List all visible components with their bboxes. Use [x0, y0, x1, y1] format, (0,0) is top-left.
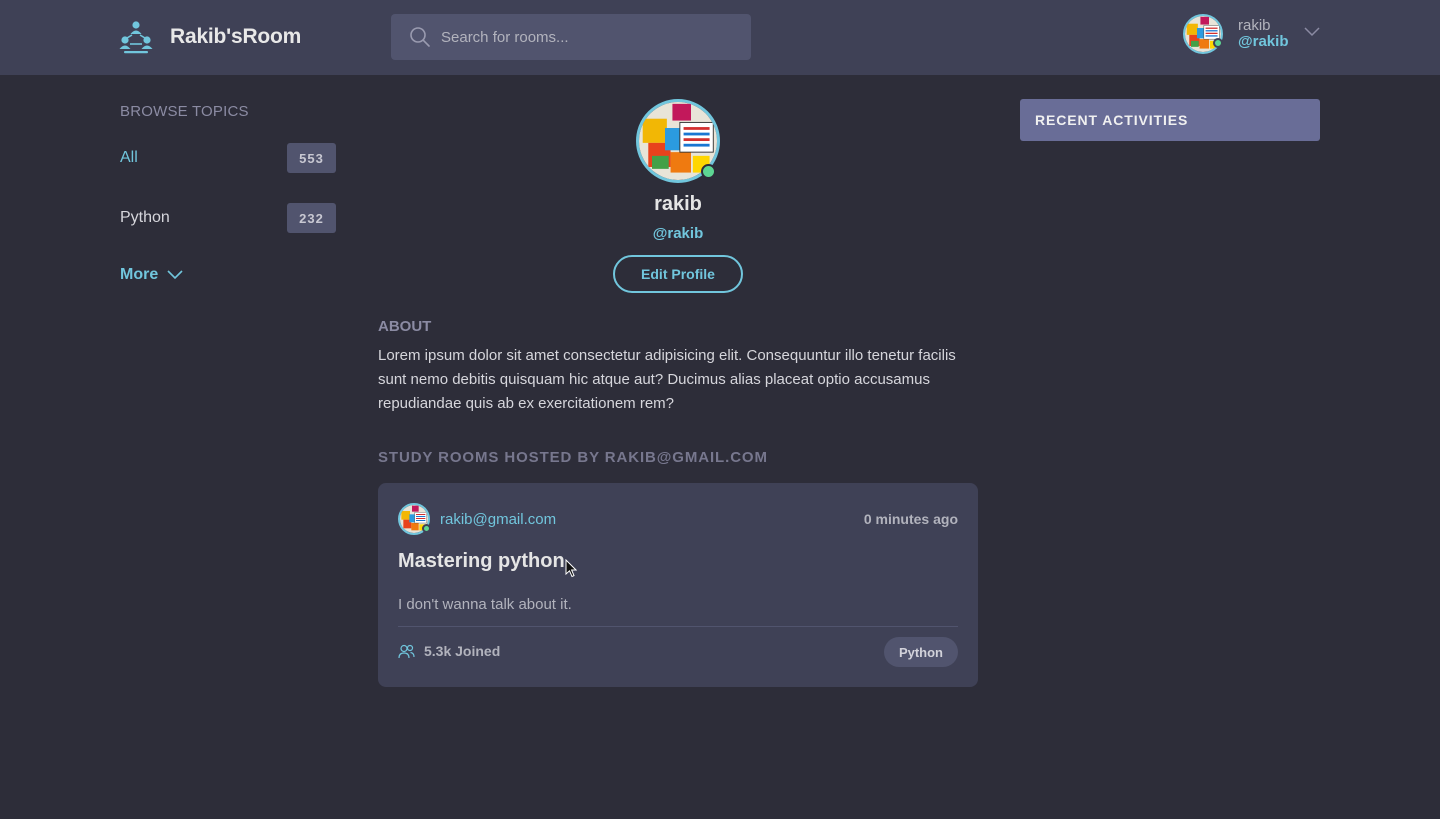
about-text: Lorem ipsum dolor sit amet consectetur a…: [378, 347, 956, 412]
room-description: I don't wanna talk about it.: [398, 596, 572, 613]
user-name: rakib: [1238, 17, 1271, 34]
avatar: [398, 503, 431, 535]
chevron-down-icon: [167, 270, 183, 280]
sidebar-heading: BROWSE TOPICS: [120, 103, 249, 120]
user-handle: @rakib: [1238, 33, 1289, 50]
profile-name: rakib: [654, 193, 702, 215]
room-joined-count: 5.3k Joined: [398, 643, 500, 659]
recent-activities-header: RECENT ACTIVITIES: [1020, 99, 1320, 141]
about-heading: ABOUT: [378, 318, 432, 335]
mouse-cursor-icon: [565, 559, 577, 578]
topic-count-badge: 232: [287, 203, 336, 233]
card-divider: [398, 626, 958, 627]
topic-count-badge: 553: [287, 143, 336, 173]
search-bar[interactable]: [391, 14, 751, 60]
search-icon: [410, 27, 430, 47]
edit-profile-button[interactable]: Edit Profile: [613, 255, 743, 293]
sidebar-item-all[interactable]: All 553: [120, 142, 336, 174]
top-navbar: Rakib'sRoom Search for rooms... rakib @r…: [0, 0, 1440, 75]
room-title[interactable]: Mastering python: [398, 550, 565, 573]
online-status-dot: [1213, 38, 1223, 48]
room-card[interactable]: rakib@gmail.com 0 minutes ago Mastering …: [378, 483, 978, 687]
topic-label: All: [120, 149, 138, 166]
chevron-down-icon[interactable]: [1304, 27, 1320, 37]
topic-label: Python: [120, 209, 170, 226]
rooms-heading: STUDY ROOMS HOSTED BY RAKIB@GMAIL.COM: [378, 449, 768, 466]
users-icon: [398, 644, 415, 658]
more-label: More: [120, 266, 159, 283]
online-status-dot: [422, 524, 431, 533]
room-host[interactable]: rakib@gmail.com: [398, 503, 556, 535]
online-status-dot: [701, 164, 716, 179]
room-timestamp: 0 minutes ago: [863, 511, 958, 527]
network-people-icon: [119, 21, 153, 54]
avatar[interactable]: [1183, 14, 1223, 54]
more-topics-button[interactable]: More: [120, 266, 183, 284]
profile-handle: @rakib: [652, 225, 704, 242]
joined-label: 5.3k Joined: [424, 643, 501, 659]
app-logo[interactable]: Rakib'sRoom: [118, 20, 301, 54]
search-input[interactable]: [441, 28, 731, 46]
room-topic-tag[interactable]: Python: [883, 637, 958, 667]
sidebar-item-python[interactable]: Python 232: [120, 202, 336, 234]
topics-sidebar: BROWSE TOPICS All 553 Python 232 More: [120, 103, 336, 283]
profile-avatar: [636, 99, 720, 183]
user-menu[interactable]: rakib @rakib: [1183, 14, 1288, 54]
app-name: Rakib'sRoom: [170, 25, 302, 48]
room-host-email[interactable]: rakib@gmail.com: [440, 511, 556, 528]
